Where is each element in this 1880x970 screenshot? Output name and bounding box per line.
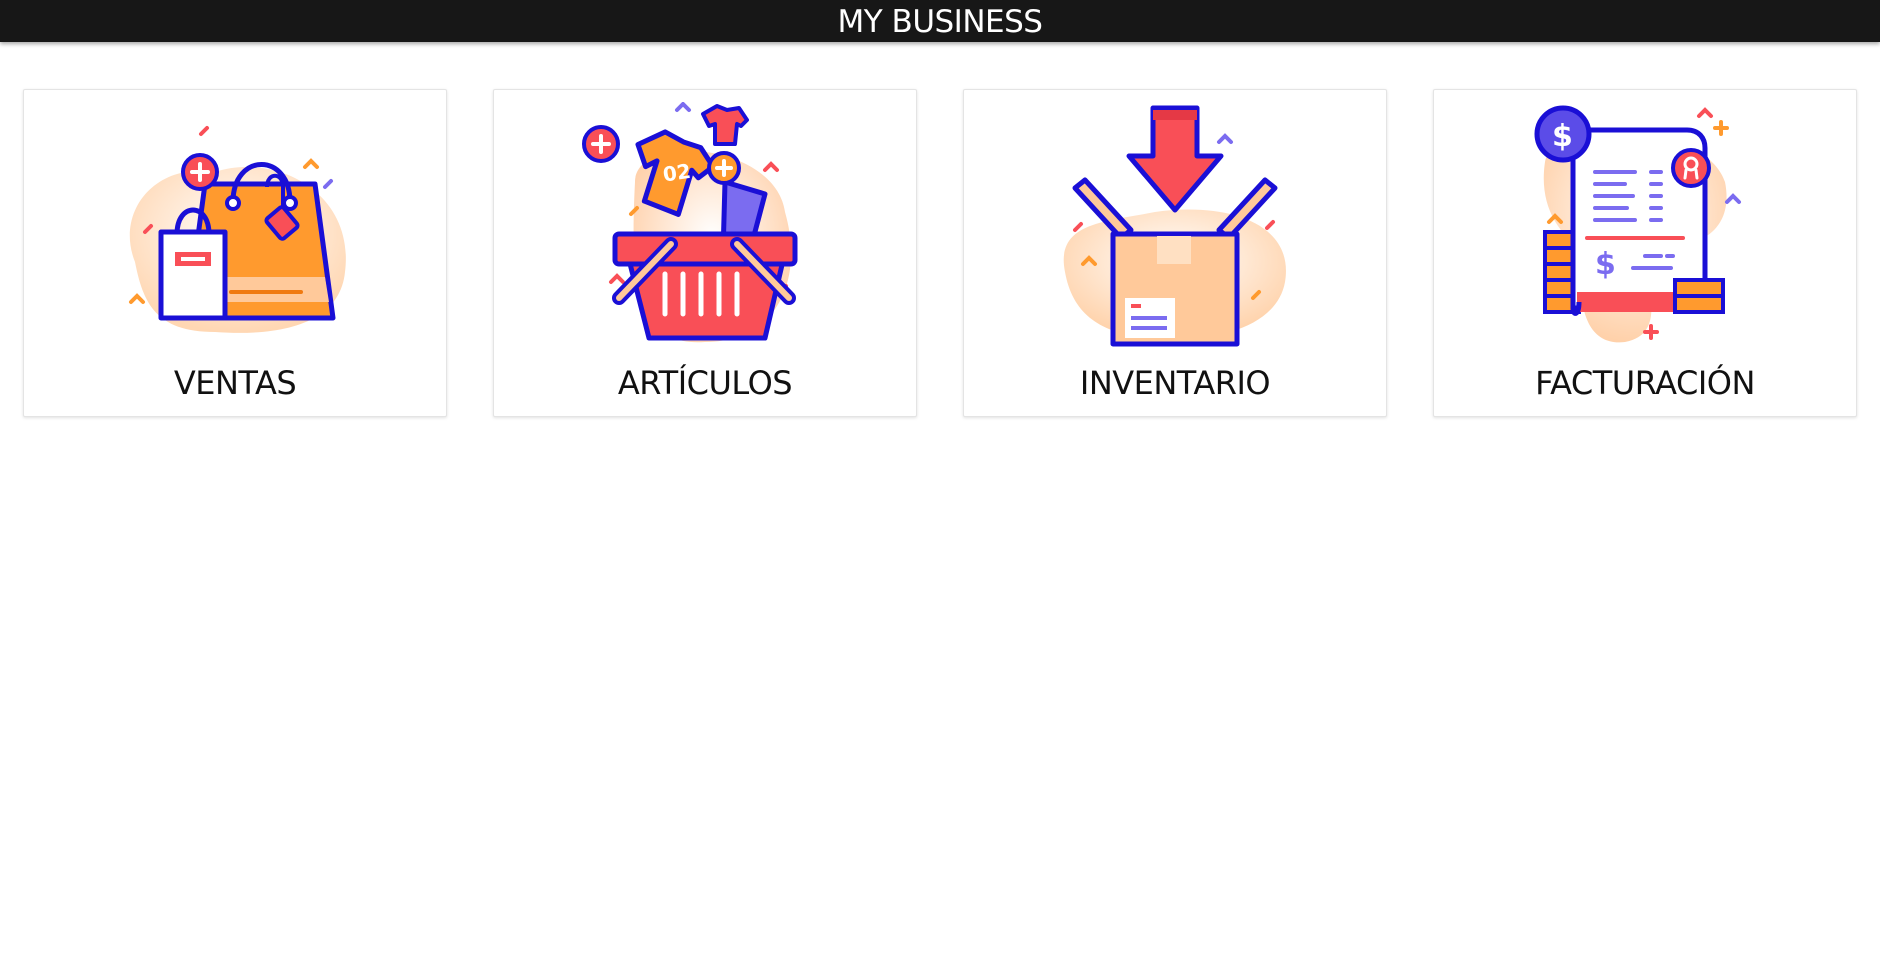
card-articulos[interactable]: 02 ARTÍCULOS: [493, 89, 917, 417]
card-label: INVENTARIO: [1079, 364, 1271, 402]
shopping-bags-icon: [129, 126, 346, 333]
card-label: ARTÍCULOS: [617, 364, 793, 402]
card-ventas[interactable]: VENTAS: [23, 89, 447, 417]
svg-text:$: $: [1552, 119, 1573, 154]
svg-text:02: 02: [661, 159, 692, 187]
card-facturacion[interactable]: $ $ FACTURACIÓN: [1433, 89, 1857, 417]
invoice-coins-icon: $ $: [1534, 105, 1741, 343]
card-label: FACTURACIÓN: [1535, 364, 1755, 402]
top-bar: MY BUSINESS: [0, 0, 1880, 42]
svg-text:$: $: [1595, 247, 1616, 282]
card-inventario[interactable]: INVENTARIO: [963, 89, 1387, 417]
app-title: MY BUSINESS: [837, 3, 1043, 40]
card-label: VENTAS: [173, 364, 297, 402]
box-download-icon: [1063, 105, 1286, 347]
basket-clothes-icon: 02: [582, 102, 798, 343]
